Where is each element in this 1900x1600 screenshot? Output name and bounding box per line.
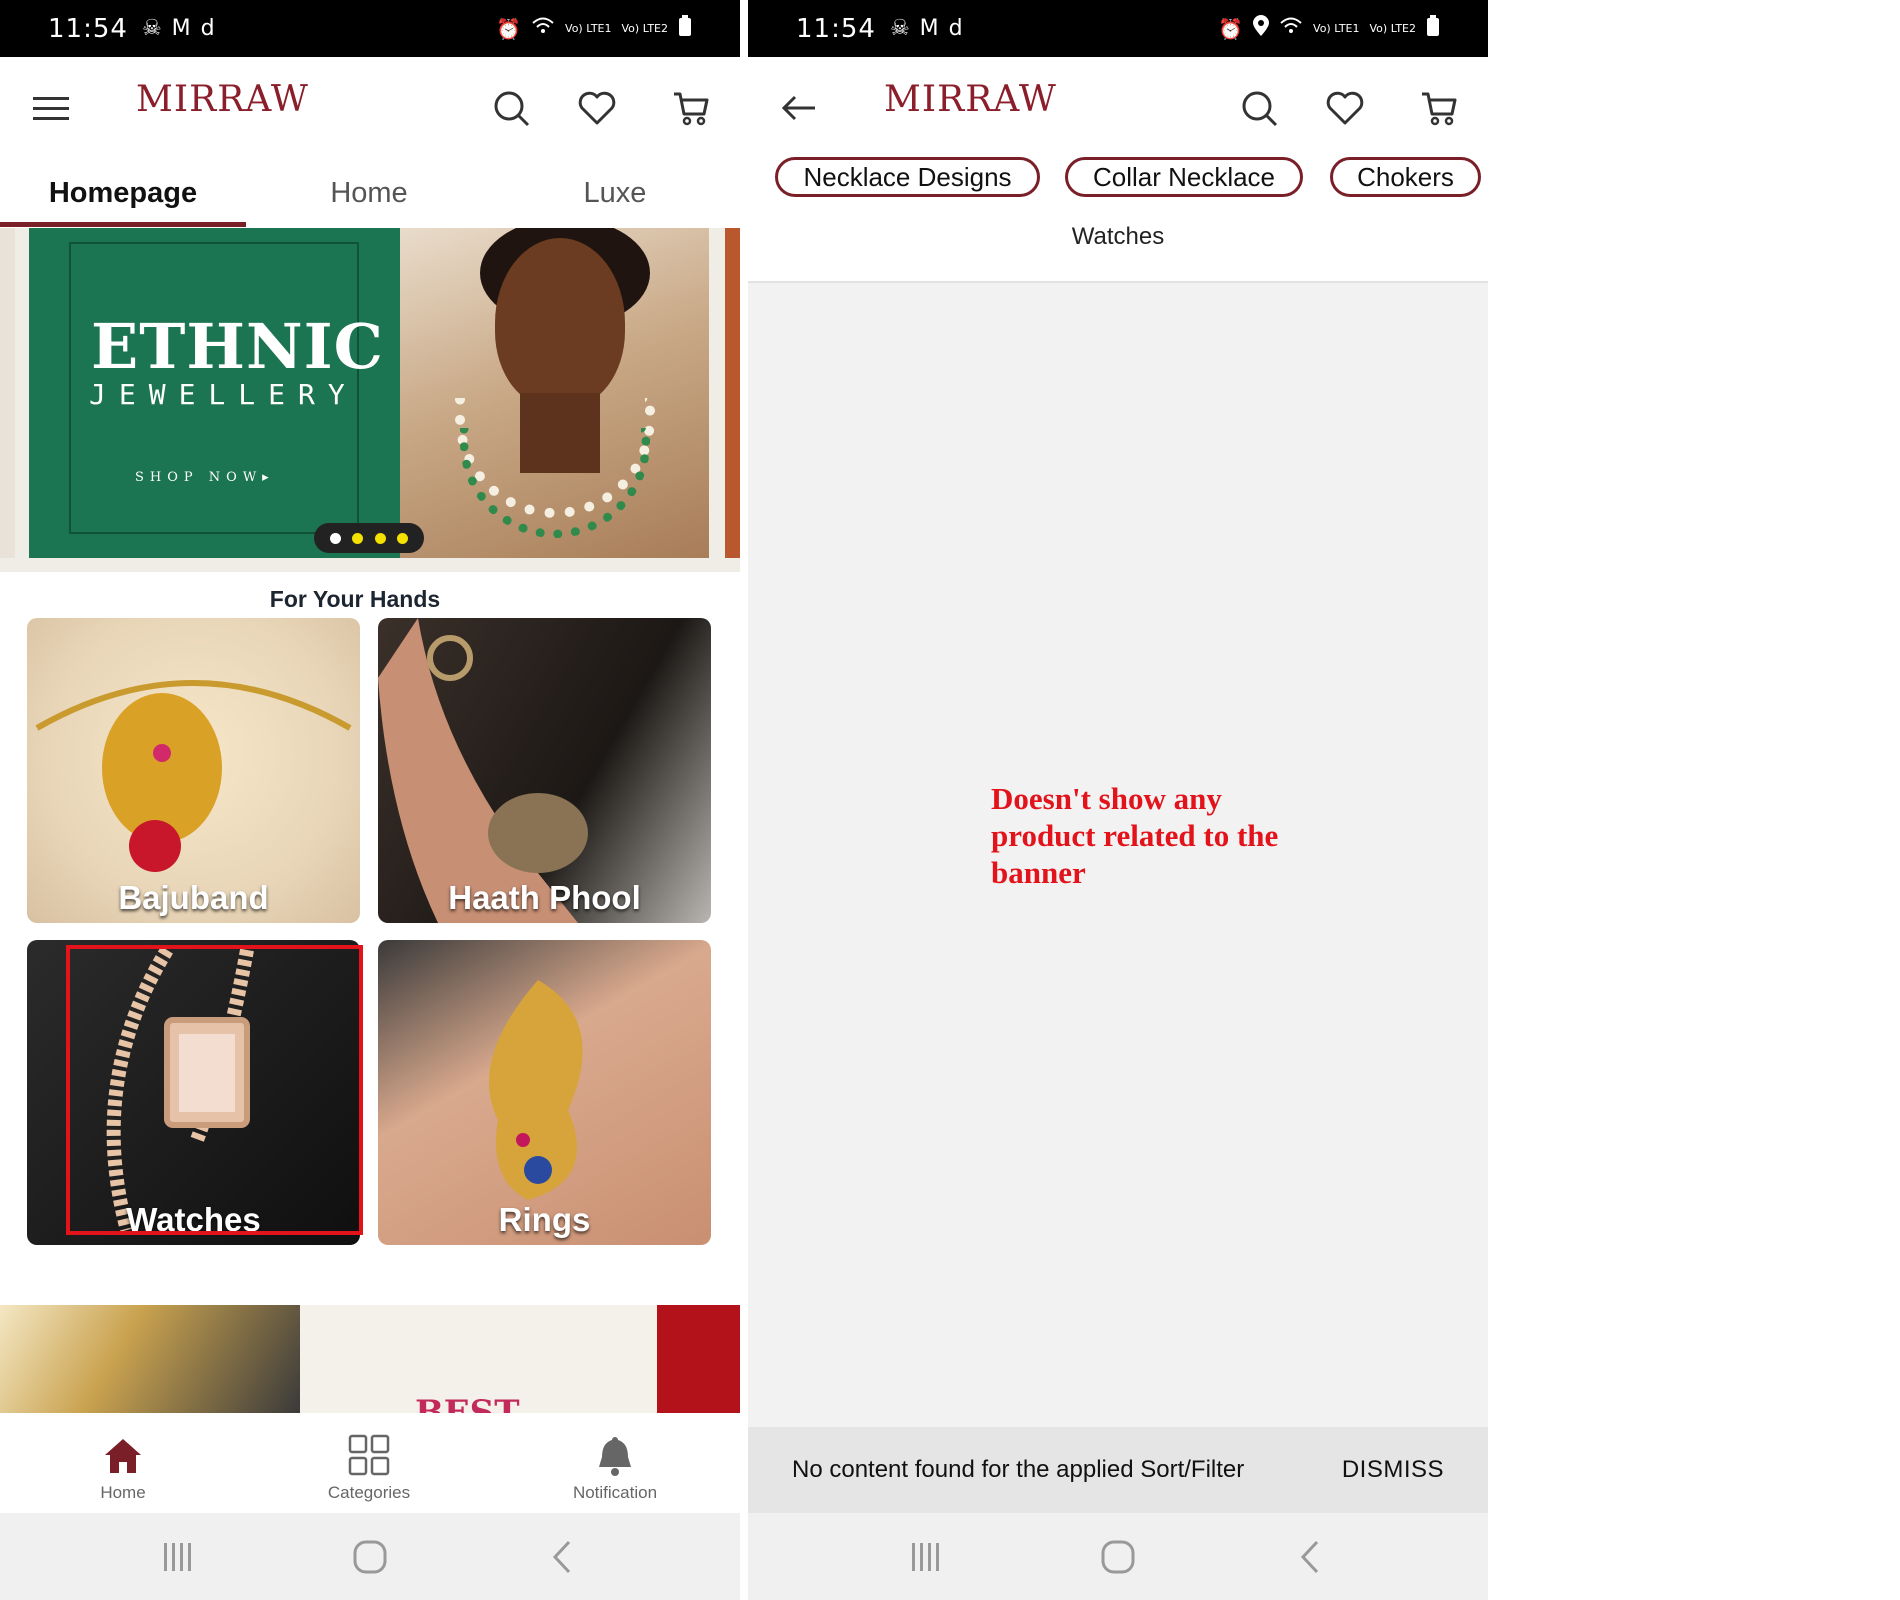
alarm-icon: ⏰ (496, 16, 522, 41)
next-slide-peek (725, 228, 740, 558)
chip-chokers[interactable]: Chokers (1330, 157, 1481, 197)
back-chevron-icon[interactable] (543, 1537, 583, 1577)
chip-watches[interactable]: Watches (748, 223, 1488, 251)
back-arrow-icon[interactable] (776, 85, 822, 131)
status-bar: 11:54 ☠ M d ⏰ Vo) LTE1 Vo) LTE2 (0, 0, 740, 57)
category-tile-haath-phool[interactable]: Haath Phool (378, 618, 711, 923)
nav-label: Notification (572, 1483, 658, 1502)
status-time: 11:54 (796, 13, 876, 44)
search-icon[interactable] (488, 85, 534, 131)
nav-label: Home (100, 1483, 146, 1502)
next-banner-strip[interactable]: BEST (0, 1305, 740, 1413)
home-icon (105, 1439, 141, 1473)
mail-icon: M (919, 16, 939, 41)
app-d-icon: d (948, 16, 963, 41)
location-pin-icon (1253, 15, 1270, 42)
carousel-dot[interactable] (374, 532, 386, 544)
screen-divider (740, 0, 748, 1600)
banner-slide[interactable]: ETHNIC JEWELLERY SHOP NOW▸ (29, 228, 709, 558)
app-header: MIRRAW (748, 57, 1488, 157)
tab-luxe[interactable]: Luxe (492, 165, 738, 227)
home-button-icon[interactable] (350, 1537, 390, 1577)
tab-home[interactable]: Home (246, 165, 492, 227)
shop-now-link[interactable]: SHOP NOW▸ (135, 470, 275, 485)
grid-icon (348, 1434, 390, 1476)
hamburger-menu-icon[interactable] (28, 85, 74, 131)
battery-icon (1426, 15, 1440, 42)
category-tile-rings[interactable]: Rings (378, 940, 711, 1245)
section-title: For Your Hands (269, 586, 441, 612)
battery-icon (678, 15, 692, 42)
chip-necklace-designs[interactable]: Necklace Designs (775, 157, 1040, 197)
notification-icon-1: ☠ (141, 16, 162, 41)
bell-icon (599, 1437, 631, 1476)
banner-subtitle: JEWELLERY (89, 378, 358, 411)
status-bar: 11:54 ☠ M d ⏰ Vo) LTE1 Vo) LTE2 (748, 0, 1488, 57)
signal-lte2-icon: Vo) LTE2 (621, 22, 668, 35)
cart-icon[interactable] (1416, 85, 1462, 131)
nav-home[interactable]: Home (0, 1413, 246, 1513)
signal-lte1-icon: Vo) LTE1 (565, 22, 612, 35)
nav-label: Categories (327, 1483, 411, 1502)
left-screen: 11:54 ☠ M d ⏰ Vo) LTE1 Vo) LTE2 MIRRAW H… (0, 0, 740, 1600)
notification-icon-1: ☠ (889, 16, 910, 41)
previous-slide-peek (0, 228, 15, 558)
mirraw-logo[interactable]: MIRRAW (884, 79, 1057, 120)
tile-label: Haath Phool (448, 879, 641, 916)
nav-notification[interactable]: Notification (492, 1413, 738, 1513)
bottom-navigation: Home Categories Notification (0, 1413, 740, 1513)
snackbar: No content found for the applied Sort/Fi… (748, 1427, 1488, 1513)
search-icon[interactable] (1236, 85, 1282, 131)
wifi-icon (1279, 16, 1303, 41)
highlight-box (66, 945, 363, 1235)
carousel-dot[interactable] (329, 532, 341, 544)
signal-lte1-icon: Vo) LTE1 (1313, 22, 1360, 35)
alarm-icon: ⏰ (1218, 16, 1244, 41)
home-button-icon[interactable] (1098, 1537, 1138, 1577)
status-time: 11:54 (48, 13, 128, 44)
wishlist-heart-icon[interactable] (574, 85, 620, 131)
recents-icon[interactable] (157, 1537, 197, 1577)
banner-model-image (400, 228, 709, 558)
nav-categories[interactable]: Categories (246, 1413, 492, 1513)
app-d-icon: d (200, 16, 215, 41)
wifi-icon (531, 16, 555, 41)
carousel-dot[interactable] (352, 532, 364, 544)
carousel-dot[interactable] (397, 532, 409, 544)
carousel-indicator[interactable] (314, 523, 424, 553)
system-navigation-bar (748, 1513, 1488, 1600)
snackbar-message: No content found for the applied Sort/Fi… (792, 1456, 1245, 1483)
filter-chips: Necklace Designs Collar Necklace Chokers… (748, 157, 1488, 283)
tile-label: Rings (498, 1201, 591, 1238)
right-screen: 11:54 ☠ M d ⏰ Vo) LTE1 Vo) LTE2 MIRRAW N… (748, 0, 1488, 1600)
tile-label: Bajuband (118, 879, 269, 916)
system-navigation-bar (0, 1513, 740, 1600)
dismiss-button[interactable]: DISMISS (1342, 1456, 1444, 1484)
banner-title: ETHNIC (91, 310, 384, 383)
recents-icon[interactable] (905, 1537, 945, 1577)
app-header: MIRRAW (0, 57, 740, 157)
annotation-note: Doesn't show any product related to the … (991, 781, 1279, 890)
mirraw-logo[interactable]: MIRRAW (136, 79, 309, 120)
back-chevron-icon[interactable] (1291, 1537, 1331, 1577)
wishlist-heart-icon[interactable] (1322, 85, 1368, 131)
tab-homepage[interactable]: Homepage (0, 165, 246, 227)
top-tabs: Homepage Home Luxe (0, 165, 740, 227)
strip-text: BEST (415, 1393, 520, 1413)
hero-banner-carousel[interactable]: ETHNIC JEWELLERY SHOP NOW▸ (0, 228, 740, 572)
signal-lte2-icon: Vo) LTE2 (1369, 22, 1416, 35)
mail-icon: M (171, 16, 191, 41)
category-tile-bajuband[interactable]: Bajuband (27, 618, 360, 923)
cart-icon[interactable] (668, 85, 714, 131)
chip-collar-necklace[interactable]: Collar Necklace (1065, 157, 1303, 197)
